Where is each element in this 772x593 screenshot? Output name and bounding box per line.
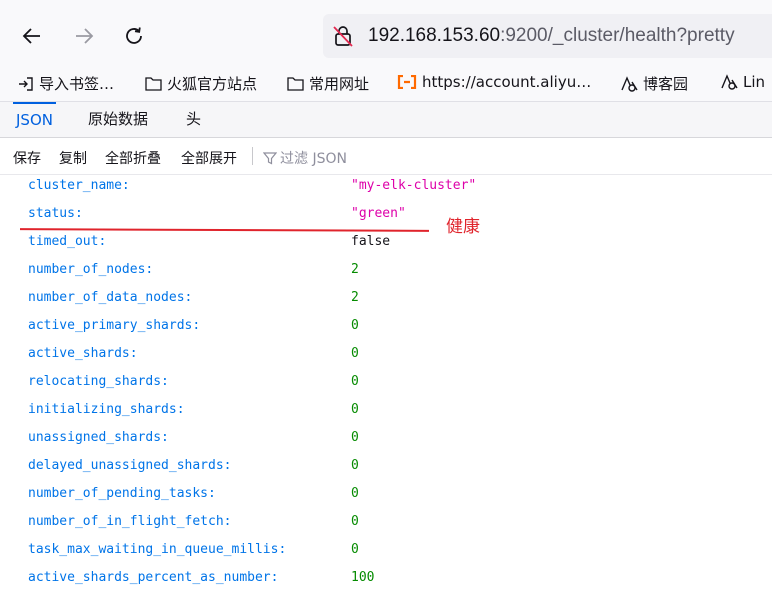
filter-json-input[interactable]: 过滤 JSON: [263, 148, 347, 168]
json-row: unassigned_shards: 0: [0, 425, 772, 453]
back-arrow-icon[interactable]: [18, 22, 46, 50]
json-row: active_shards_percent_as_number: 100: [0, 565, 772, 593]
collapse-all-button[interactable]: 全部折叠: [105, 148, 161, 168]
bookmark-label: 博客园: [643, 75, 689, 93]
json-value: 2: [351, 290, 359, 305]
bookmark-label: https://account.aliyu…: [422, 73, 592, 91]
url-host: 192.168.153.60: [368, 25, 501, 46]
json-key: task_max_waiting_in_queue_millis:: [28, 542, 287, 557]
viewer-toolbar: 保存 复制 全部折叠 全部展开 过滤 JSON: [0, 138, 772, 175]
filter-placeholder: 过滤 JSON: [280, 151, 347, 167]
json-key: number_of_pending_tasks:: [28, 486, 216, 501]
json-value: "green": [351, 206, 406, 221]
bookmark-label: 导入书签…: [39, 75, 115, 93]
reload-icon[interactable]: [120, 22, 148, 50]
json-row: number_of_pending_tasks: 0: [0, 481, 772, 509]
json-key: number_of_data_nodes:: [28, 290, 193, 305]
aliyun-icon: [397, 75, 417, 89]
json-value: 0: [351, 542, 359, 557]
json-value: 0: [351, 346, 359, 361]
bookmark-label: Lin: [743, 73, 766, 91]
json-key: number_of_in_flight_fetch:: [28, 514, 232, 529]
bookmarks-bar: 导入书签… 火狐官方站点 常用网址 https://account.aliyu……: [0, 66, 772, 102]
address-bar[interactable]: 192.168.153.60:9200/_cluster/health?pret…: [323, 14, 772, 58]
json-row: number_of_nodes: 2: [0, 257, 772, 285]
bookmark-lin[interactable]: Lin: [720, 73, 765, 91]
navigation-bar: 192.168.153.60:9200/_cluster/health?pret…: [0, 0, 772, 66]
import-icon: [19, 76, 33, 91]
forward-arrow-icon[interactable]: [70, 22, 98, 50]
json-row: number_of_data_nodes: 2: [0, 285, 772, 313]
json-value: 0: [351, 430, 359, 445]
json-row: initializing_shards: 0: [0, 397, 772, 425]
bookmark-cnblogs[interactable]: 博客园: [620, 73, 688, 94]
save-button[interactable]: 保存: [13, 148, 41, 168]
json-key: delayed_unassigned_shards:: [28, 458, 232, 473]
filter-icon: [263, 152, 277, 165]
bookmark-label: 常用网址: [309, 75, 370, 93]
json-row: number_of_in_flight_fetch: 0: [0, 509, 772, 537]
folder-icon: [287, 77, 304, 91]
annotation-label: 健康: [446, 217, 480, 237]
insecure-lock-icon[interactable]: [331, 24, 355, 48]
json-row: cluster_name: "my-elk-cluster": [0, 173, 772, 201]
json-row: active_shards: 0: [0, 341, 772, 369]
folder-icon: [145, 77, 162, 91]
json-value: 0: [351, 402, 359, 417]
bookmark-firefox-sites[interactable]: 火狐官方站点: [145, 73, 257, 94]
json-value: 2: [351, 262, 359, 277]
json-key: active_shards_percent_as_number:: [28, 570, 279, 585]
url-path: :9200/_cluster/health?pretty: [500, 25, 735, 46]
json-row: delayed_unassigned_shards: 0: [0, 453, 772, 481]
json-row: active_primary_shards: 0: [0, 313, 772, 341]
json-value: "my-elk-cluster": [351, 178, 477, 193]
json-value: false: [351, 234, 391, 249]
tab-json[interactable]: JSON: [13, 102, 56, 138]
json-row: task_max_waiting_in_queue_millis: 0: [0, 537, 772, 565]
toolbar-divider: [252, 147, 253, 165]
bookmark-label: 火狐官方站点: [167, 75, 258, 93]
json-value: 100: [351, 570, 375, 585]
json-row: relocating_shards: 0: [0, 369, 772, 397]
viewer-tab-bar: JSON 原始数据 头: [0, 102, 772, 138]
json-key: active_shards:: [28, 346, 138, 361]
url-text[interactable]: 192.168.153.60:9200/_cluster/health?pret…: [368, 25, 735, 47]
json-key: initializing_shards:: [28, 402, 185, 417]
json-value: 0: [351, 458, 359, 473]
tab-raw-data[interactable]: 原始数据: [85, 102, 151, 136]
json-value: 0: [351, 374, 359, 389]
blog-icon: [621, 75, 638, 92]
blog-icon: [721, 74, 738, 90]
json-value: 0: [351, 318, 359, 333]
json-key: active_primary_shards:: [28, 318, 201, 333]
tab-headers[interactable]: 头: [183, 102, 204, 136]
json-value: 0: [351, 514, 359, 529]
copy-button[interactable]: 复制: [59, 148, 87, 168]
expand-all-button[interactable]: 全部展开: [181, 148, 237, 168]
json-key: relocating_shards:: [28, 374, 169, 389]
json-key: status:: [28, 206, 83, 221]
json-value: 0: [351, 486, 359, 501]
json-key: number_of_nodes:: [28, 262, 154, 277]
json-row: timed_out: false: [0, 229, 772, 257]
json-key: timed_out:: [28, 234, 107, 249]
bookmark-aliyun[interactable]: https://account.aliyu…: [397, 73, 591, 91]
json-row: status: "green": [0, 201, 772, 229]
bookmark-import[interactable]: 导入书签…: [18, 73, 114, 94]
bookmark-common-sites[interactable]: 常用网址: [287, 73, 369, 94]
json-key: unassigned_shards:: [28, 430, 169, 445]
json-key: cluster_name:: [28, 178, 130, 193]
